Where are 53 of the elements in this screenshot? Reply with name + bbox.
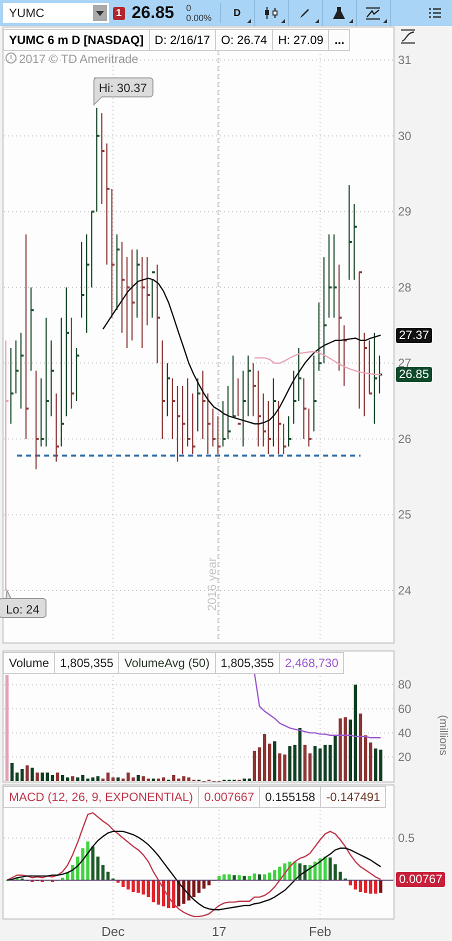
info-icon (6, 52, 16, 64)
axis-label: 30 (398, 128, 412, 143)
legend-item: 0.007667 (199, 786, 260, 808)
trend-line-icon (365, 6, 382, 20)
dropdown-button[interactable] (91, 3, 109, 23)
chart-field: H: 27.09 (273, 29, 330, 51)
axis-label: 20 (398, 750, 412, 764)
date-label: Feb (308, 924, 332, 939)
last-price: 26.85 (132, 3, 174, 23)
axis-label: 40 (398, 726, 412, 740)
legend-item: MACD (12, 26, 9, EXPONENTIAL) (3, 786, 200, 808)
axis-label: 80 (398, 678, 412, 692)
copyright-text: 2017 © TD Ameritrade (19, 52, 138, 66)
axis-label: 24 (398, 583, 412, 598)
axis-label: 28 (398, 280, 412, 294)
axis-label: 26 (398, 432, 412, 446)
chart-field: O: 26.74 (216, 29, 274, 51)
alert-badge[interactable]: 1 (113, 6, 125, 20)
pencil-icon (299, 7, 312, 19)
more-button[interactable]: ... (329, 29, 350, 51)
caret-icon (96, 10, 104, 16)
chart-field: D: 2/16/17 (150, 29, 216, 51)
legend-item: Volume (3, 652, 56, 674)
legend-item: 1,805,355 (216, 652, 280, 674)
percent-change: 0.00% (186, 13, 212, 23)
chart-title: YUMC 6 m D [NASDAQ] (3, 29, 150, 51)
date-label: 17 (212, 924, 226, 939)
price-tag: 27.37 (396, 328, 432, 343)
menu-icon (429, 8, 441, 18)
callout-bubble (0, 590, 46, 618)
axis-label: 60 (398, 702, 412, 716)
callout-bubble (93, 77, 154, 106)
unit-label: (millions (437, 715, 449, 756)
low-label: Lo: 24 (6, 602, 40, 616)
legend-item: VolumeAvg (50) (119, 652, 216, 674)
high-label: Hi: 30.37 (98, 80, 147, 95)
price-tag: 26.85 (396, 367, 432, 382)
legend-item: 1,805,355 (55, 652, 120, 674)
date-label: Dec (102, 924, 125, 939)
symbol-field[interactable]: YUMC (3, 3, 91, 23)
legend-item: 2,468,730 (280, 652, 344, 674)
year-label: 2016 year (205, 558, 220, 611)
candlestick-icon (264, 7, 278, 19)
axis-label: 0.5 (398, 831, 415, 846)
axis-label: 25 (398, 508, 412, 522)
chart-style-icon[interactable] (400, 29, 416, 44)
price-change: 0 (186, 3, 192, 13)
flask-icon (333, 6, 346, 20)
legend-item: 0.155158 (260, 786, 322, 808)
value-tag: 0.00767 (396, 872, 446, 888)
axis-label: 31 (398, 53, 412, 68)
axis-label: 29 (398, 204, 412, 219)
legend-item: -0.147491 (321, 786, 386, 808)
